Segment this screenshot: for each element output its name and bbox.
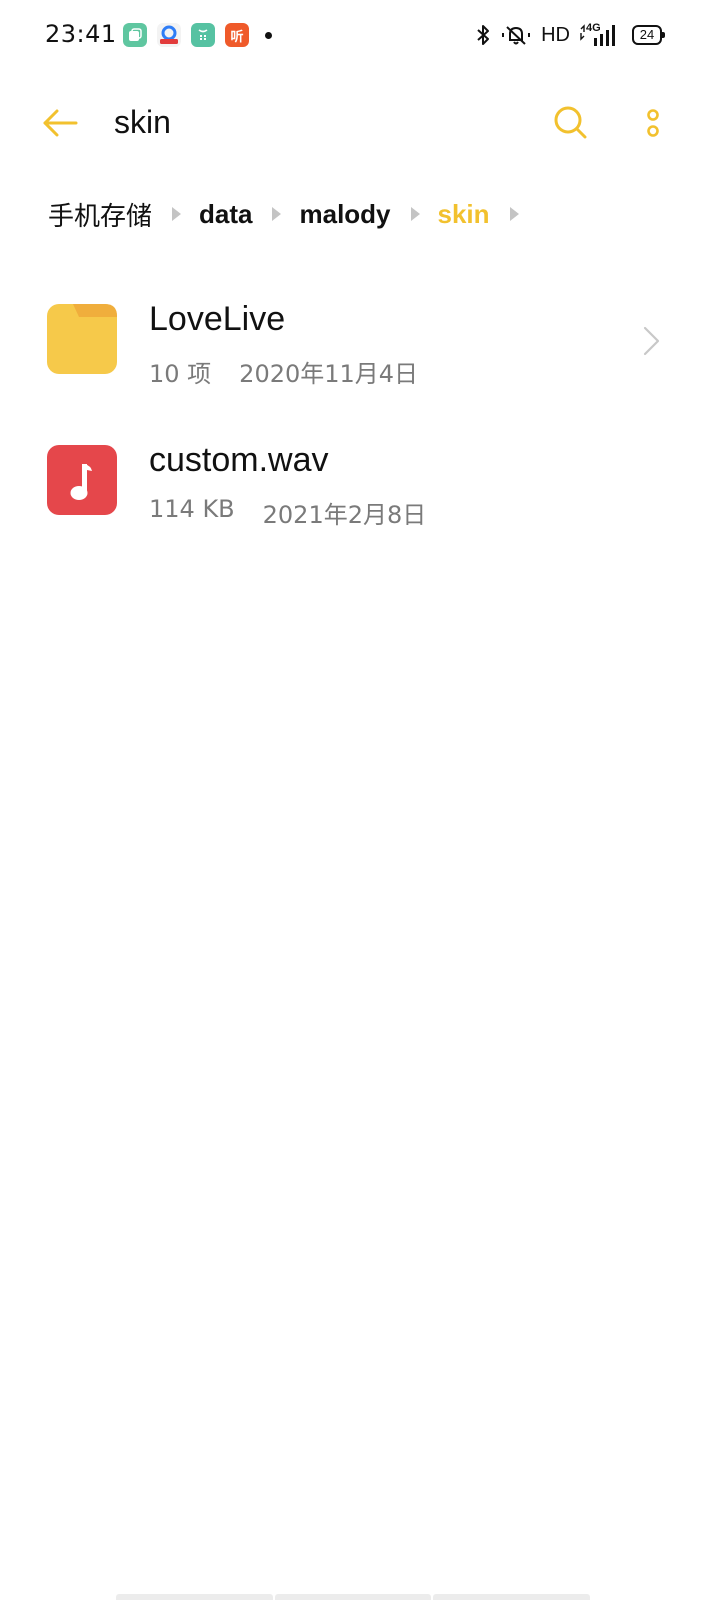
arrow-left-icon <box>43 109 78 137</box>
file-name: LoveLive <box>149 300 286 338</box>
more-notifications-dot <box>265 31 272 39</box>
folder-icon <box>47 304 117 374</box>
breadcrumb: 手机存储 data malody skin <box>48 194 537 234</box>
bluetooth-icon <box>477 25 490 45</box>
hd-label: HD <box>541 23 570 46</box>
file-info: 10 项 <box>149 360 212 388</box>
file-name: custom.wav <box>149 441 329 479</box>
page-title: skin <box>114 104 171 140</box>
more-vertical-icon <box>647 109 659 137</box>
breadcrumb-separator-icon <box>509 207 519 221</box>
app-notification-icon-teal <box>191 23 215 47</box>
breadcrumb-separator-icon <box>410 207 420 221</box>
status-time: 23:41 <box>45 20 117 48</box>
battery-icon: 24 <box>632 25 665 45</box>
nav-hint-segment <box>116 1594 273 1600</box>
file-date: 2021年2月8日 <box>262 501 427 529</box>
breadcrumb-item-data[interactable]: data <box>199 199 252 230</box>
signal-4g-icon: 4G <box>580 22 616 47</box>
toolbar: skin <box>0 90 720 156</box>
nav-hint-segment <box>274 1594 432 1600</box>
back-button[interactable] <box>40 105 80 141</box>
breadcrumb-separator-icon <box>172 207 182 221</box>
chevron-right-icon <box>643 326 660 356</box>
music-file-icon <box>47 445 117 515</box>
file-info: 114 KB <box>149 495 235 523</box>
status-bar: 23:41 听 HD 4G 24 <box>0 0 720 70</box>
navigation-hint-bar <box>116 1594 591 1600</box>
app-notification-icon-green <box>123 23 147 47</box>
mute-bell-icon <box>502 26 531 45</box>
list-item-file[interactable]: custom.wav 114 KB 2021年2月8日 <box>0 411 720 552</box>
app-notification-icon-baidu <box>157 23 181 47</box>
system-icons: HD 4G <box>475 21 616 49</box>
notification-icons: 听 <box>123 23 272 47</box>
file-date: 2020年11月4日 <box>239 360 419 388</box>
search-button[interactable] <box>552 104 590 142</box>
breadcrumb-item-skin[interactable]: skin <box>438 199 490 230</box>
file-list: LoveLive 10 项 2020年11月4日 custom.wav 114 … <box>0 270 720 552</box>
search-icon <box>554 106 587 139</box>
breadcrumb-item-storage[interactable]: 手机存储 <box>48 196 152 233</box>
list-item-folder[interactable]: LoveLive 10 项 2020年11月4日 <box>0 270 720 411</box>
more-options-button[interactable] <box>640 106 666 142</box>
app-notification-icon-listen: 听 <box>225 23 249 47</box>
file-meta: 114 KB 2021年2月8日 <box>149 495 426 530</box>
nav-hint-segment <box>433 1594 591 1600</box>
breadcrumb-separator-icon <box>272 207 282 221</box>
file-meta: 10 项 2020年11月4日 <box>149 354 418 389</box>
breadcrumb-item-malody[interactable]: malody <box>299 199 390 230</box>
